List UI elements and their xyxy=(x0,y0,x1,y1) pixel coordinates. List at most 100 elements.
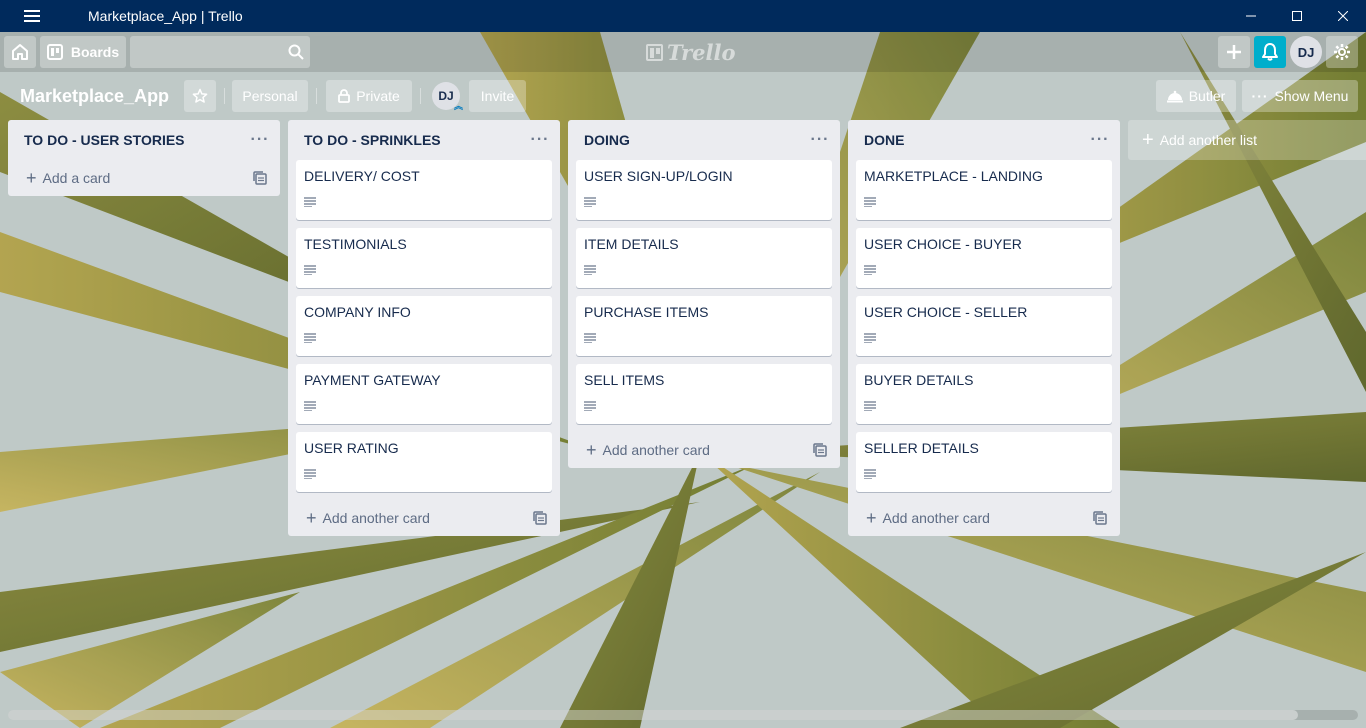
add-list-label: Add another list xyxy=(1159,132,1257,148)
create-from-template-button[interactable] xyxy=(250,168,270,188)
trello-logo[interactable]: Trello xyxy=(646,40,736,65)
boards-button[interactable]: Boards xyxy=(40,36,126,68)
card[interactable]: SELL ITEMS xyxy=(576,364,832,424)
list-title[interactable]: DONE xyxy=(864,132,904,148)
card[interactable]: USER RATING xyxy=(296,432,552,492)
card[interactable]: ITEM DETAILS xyxy=(576,228,832,288)
plus-icon: + xyxy=(866,508,877,528)
app-header: Boards Trello DJ xyxy=(0,32,1366,72)
card[interactable]: SELLER DETAILS xyxy=(856,432,1112,492)
maximize-button[interactable] xyxy=(1274,0,1320,32)
settings-button[interactable] xyxy=(1326,36,1358,68)
card-title: BUYER DETAILS xyxy=(864,372,974,388)
user-avatar[interactable]: DJ xyxy=(1290,36,1322,68)
create-from-template-button[interactable] xyxy=(530,508,550,528)
card-title: MARKETPLACE - LANDING xyxy=(864,168,1043,184)
butler-button[interactable]: Butler xyxy=(1156,80,1236,112)
add-card-label: Add a card xyxy=(42,170,111,186)
list-menu-icon[interactable]: ··· xyxy=(528,128,552,152)
visibility-button[interactable]: Private xyxy=(326,80,412,112)
list-to-do-sprinkles: TO DO - SPRINKLES ··· DELIVERY/ COST TES… xyxy=(288,120,560,536)
card[interactable]: USER SIGN-UP/LOGIN xyxy=(576,160,832,220)
list-header[interactable]: TO DO - USER STORIES ··· xyxy=(8,120,280,160)
card[interactable]: MARKETPLACE - LANDING xyxy=(856,160,1112,220)
window-controls xyxy=(1228,0,1366,32)
create-button[interactable] xyxy=(1218,36,1250,68)
card[interactable]: DELIVERY/ COST xyxy=(296,160,552,220)
card[interactable]: PAYMENT GATEWAY xyxy=(296,364,552,424)
list-menu-icon[interactable]: ··· xyxy=(248,128,272,152)
butler-icon xyxy=(1166,90,1183,103)
more-icon: ··· xyxy=(1251,88,1269,104)
description-icon xyxy=(584,333,596,343)
create-from-template-button[interactable] xyxy=(810,440,830,460)
plus-icon: + xyxy=(26,168,37,188)
divider xyxy=(420,88,421,104)
list-footer: + Add a card xyxy=(8,160,280,196)
card-list: DELIVERY/ COST TESTIMONIALS COMPANY INFO… xyxy=(288,160,560,492)
board-member-avatar[interactable]: DJ ︽ xyxy=(432,82,463,111)
plus-icon: + xyxy=(586,440,597,460)
template-icon xyxy=(1093,511,1107,525)
add-card-button[interactable]: + Add another card xyxy=(862,504,994,532)
window-titlebar: Marketplace_App | Trello xyxy=(0,0,1366,32)
hamburger-menu-icon[interactable] xyxy=(0,0,64,32)
description-icon xyxy=(864,333,876,343)
add-card-button[interactable]: + Add a card xyxy=(22,164,114,192)
card-title: USER SIGN-UP/LOGIN xyxy=(584,168,733,184)
list-title[interactable]: TO DO - USER STORIES xyxy=(24,132,185,148)
description-icon xyxy=(864,197,876,207)
card[interactable]: USER CHOICE - BUYER xyxy=(856,228,1112,288)
plus-icon: + xyxy=(306,508,317,528)
bell-icon xyxy=(1262,43,1278,61)
card-title: ITEM DETAILS xyxy=(584,236,679,252)
list-header[interactable]: DOING ··· xyxy=(568,120,840,160)
admin-badge-icon: ︽ xyxy=(453,101,463,111)
search-input[interactable] xyxy=(130,36,280,68)
search-box xyxy=(130,36,310,68)
board-title[interactable]: Marketplace_App xyxy=(12,80,177,112)
add-list-button[interactable]: + Add another list xyxy=(1128,120,1366,160)
visibility-label: Private xyxy=(356,88,400,104)
invite-button[interactable]: Invite xyxy=(469,80,526,112)
list-header[interactable]: DONE ··· xyxy=(848,120,1120,160)
description-icon xyxy=(304,265,316,275)
add-card-label: Add another card xyxy=(322,510,430,526)
list-done: DONE ··· MARKETPLACE - LANDING USER CHOI… xyxy=(848,120,1120,536)
search-icon[interactable] xyxy=(288,44,304,60)
add-card-button[interactable]: + Add another card xyxy=(582,436,714,464)
card[interactable]: PURCHASE ITEMS xyxy=(576,296,832,356)
board-scrollbar[interactable] xyxy=(8,710,1358,720)
show-menu-button[interactable]: ··· Show Menu xyxy=(1242,80,1358,112)
description-icon xyxy=(584,265,596,275)
butler-label: Butler xyxy=(1188,88,1226,104)
list-title[interactable]: TO DO - SPRINKLES xyxy=(304,132,441,148)
home-button[interactable] xyxy=(4,36,36,68)
list-menu-icon[interactable]: ··· xyxy=(1088,128,1112,152)
add-card-label: Add another card xyxy=(882,510,990,526)
boards-label: Boards xyxy=(70,44,120,60)
close-button[interactable] xyxy=(1320,0,1366,32)
close-icon xyxy=(1338,11,1348,21)
card[interactable]: TESTIMONIALS xyxy=(296,228,552,288)
plus-icon xyxy=(1227,45,1241,59)
scrollbar-thumb[interactable] xyxy=(8,710,1298,720)
list-menu-icon[interactable]: ··· xyxy=(808,128,832,152)
star-button[interactable] xyxy=(184,80,216,112)
minimize-button[interactable] xyxy=(1228,0,1274,32)
create-from-template-button[interactable] xyxy=(1090,508,1110,528)
divider xyxy=(224,88,225,104)
lock-icon xyxy=(338,89,351,103)
card[interactable]: COMPANY INFO xyxy=(296,296,552,356)
card-list: MARKETPLACE - LANDING USER CHOICE - BUYE… xyxy=(848,160,1120,492)
list-header[interactable]: TO DO - SPRINKLES ··· xyxy=(288,120,560,160)
list-title[interactable]: DOING xyxy=(584,132,630,148)
description-icon xyxy=(864,401,876,411)
card-title: USER RATING xyxy=(304,440,399,456)
notifications-button[interactable] xyxy=(1254,36,1286,68)
team-button[interactable]: Personal xyxy=(232,80,308,112)
card[interactable]: USER CHOICE - SELLER xyxy=(856,296,1112,356)
add-card-button[interactable]: + Add another card xyxy=(302,504,434,532)
template-icon xyxy=(253,171,267,185)
card[interactable]: BUYER DETAILS xyxy=(856,364,1112,424)
